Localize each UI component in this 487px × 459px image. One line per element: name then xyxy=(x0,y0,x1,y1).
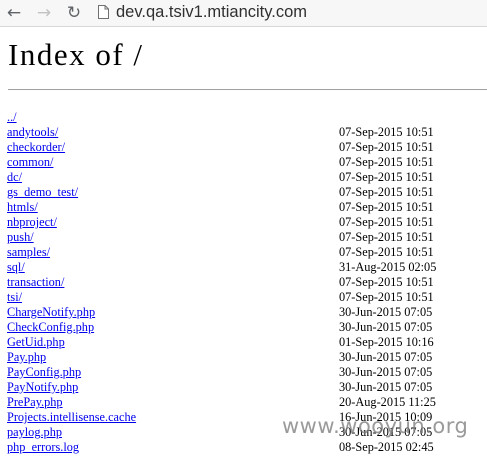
listing-row: dc/07-Sep-2015 10:51 xyxy=(7,170,487,185)
modified-date: 20-Aug-2015 11:25 xyxy=(339,395,436,409)
file-link[interactable]: PayConfig.php xyxy=(7,365,81,379)
file-link[interactable]: push/ xyxy=(7,230,34,244)
file-link[interactable]: Projects.intellisense.cache xyxy=(7,410,136,424)
modified-date: 01-Sep-2015 10:16 xyxy=(339,335,434,349)
file-link[interactable]: paylog.php xyxy=(7,425,62,439)
listing-row: sql/31-Aug-2015 02:05 xyxy=(7,260,487,275)
listing-row: GetUid.php 01-Sep-2015 10:16 xyxy=(7,335,487,350)
listing-row: tsi/07-Sep-2015 10:51 xyxy=(7,290,487,305)
listing-row: PayNotify.php 30-Jun-2015 07:05 xyxy=(7,380,487,395)
file-link[interactable]: dc/ xyxy=(7,170,22,184)
file-link[interactable]: ../ xyxy=(7,110,17,124)
divider xyxy=(8,89,487,90)
modified-date: 07-Sep-2015 10:51 xyxy=(339,200,434,214)
file-link[interactable]: common/ xyxy=(7,155,53,169)
modified-date: 07-Sep-2015 10:51 xyxy=(339,185,434,199)
modified-date: 07-Sep-2015 10:51 xyxy=(339,155,434,169)
page-title: Index of / xyxy=(8,37,144,72)
file-link[interactable]: samples/ xyxy=(7,245,50,259)
address-bar[interactable]: dev.qa.tsiv1.mtiancity.com xyxy=(116,2,307,22)
file-link[interactable]: nbproject/ xyxy=(7,215,57,229)
directory-listing: ../andytools/07-Sep-2015 10:51 checkorder… xyxy=(7,110,487,455)
file-link[interactable]: transaction/ xyxy=(7,275,64,289)
reload-icon[interactable]: ↻ xyxy=(64,3,84,23)
modified-date: 07-Sep-2015 10:51 xyxy=(339,140,434,154)
file-link[interactable]: PrePay.php xyxy=(7,395,63,409)
modified-date: 08-Sep-2015 02:45 xyxy=(339,440,434,454)
listing-row: CheckConfig.php 30-Jun-2015 07:05 xyxy=(7,320,487,335)
modified-date: 31-Aug-2015 02:05 xyxy=(339,260,437,274)
forward-arrow-icon[interactable]: → xyxy=(34,3,54,23)
listing-row: php_errors.log 08-Sep-2015 02:45 xyxy=(7,440,487,455)
modified-date: 07-Sep-2015 10:51 xyxy=(339,170,434,184)
listing-row: andytools/07-Sep-2015 10:51 xyxy=(7,125,487,140)
modified-date: 07-Sep-2015 10:51 xyxy=(339,245,434,259)
file-link[interactable]: htmls/ xyxy=(7,200,38,214)
listing-row: htmls/07-Sep-2015 10:51 xyxy=(7,200,487,215)
listing-row: gs_demo_test/07-Sep-2015 10:51 xyxy=(7,185,487,200)
file-link[interactable]: GetUid.php xyxy=(7,335,65,349)
file-link[interactable]: php_errors.log xyxy=(7,440,79,454)
modified-date: 30-Jun-2015 07:05 xyxy=(339,380,433,394)
modified-date: 30-Jun-2015 07:05 xyxy=(339,305,433,319)
watermark: www.wooyun.org xyxy=(282,414,469,438)
listing-row: PayConfig.php 30-Jun-2015 07:05 xyxy=(7,365,487,380)
listing-row: common/07-Sep-2015 10:51 xyxy=(7,155,487,170)
listing-row: PrePay.php 20-Aug-2015 11:25 xyxy=(7,395,487,410)
back-arrow-icon[interactable]: ← xyxy=(4,3,24,23)
listing-row: ChargeNotify.php 30-Jun-2015 07:05 xyxy=(7,305,487,320)
modified-date: 30-Jun-2015 07:05 xyxy=(339,320,433,334)
file-link[interactable]: ChargeNotify.php xyxy=(7,305,95,319)
file-link[interactable]: Pay.php xyxy=(7,350,46,364)
file-link[interactable]: sql/ xyxy=(7,260,25,274)
listing-row: nbproject/07-Sep-2015 10:51 xyxy=(7,215,487,230)
modified-date: 07-Sep-2015 10:51 xyxy=(339,275,434,289)
page-icon xyxy=(98,5,109,19)
listing-row: transaction/07-Sep-2015 10:51 xyxy=(7,275,487,290)
modified-date: 07-Sep-2015 10:51 xyxy=(339,215,434,229)
modified-date: 30-Jun-2015 07:05 xyxy=(339,365,433,379)
modified-date: 07-Sep-2015 10:51 xyxy=(339,125,434,139)
file-link[interactable]: CheckConfig.php xyxy=(7,320,94,334)
modified-date: 30-Jun-2015 07:05 xyxy=(339,350,433,364)
browser-toolbar: ← → ↻ dev.qa.tsiv1.mtiancity.com xyxy=(0,0,487,27)
modified-date: 07-Sep-2015 10:51 xyxy=(339,230,434,244)
listing-row: Pay.php 30-Jun-2015 07:05 xyxy=(7,350,487,365)
file-link[interactable]: andytools/ xyxy=(7,125,58,139)
file-link[interactable]: PayNotify.php xyxy=(7,380,78,394)
file-link[interactable]: tsi/ xyxy=(7,290,22,304)
listing-row: push/07-Sep-2015 10:51 xyxy=(7,230,487,245)
listing-row: ../ xyxy=(7,110,487,125)
listing-row: samples/07-Sep-2015 10:51 xyxy=(7,245,487,260)
page-content: Index of / ../andytools/07-Sep-2015 10:5… xyxy=(0,26,487,459)
file-link[interactable]: checkorder/ xyxy=(7,140,65,154)
modified-date: 07-Sep-2015 10:51 xyxy=(339,290,434,304)
listing-row: checkorder/07-Sep-2015 10:51 xyxy=(7,140,487,155)
file-link[interactable]: gs_demo_test/ xyxy=(7,185,78,199)
